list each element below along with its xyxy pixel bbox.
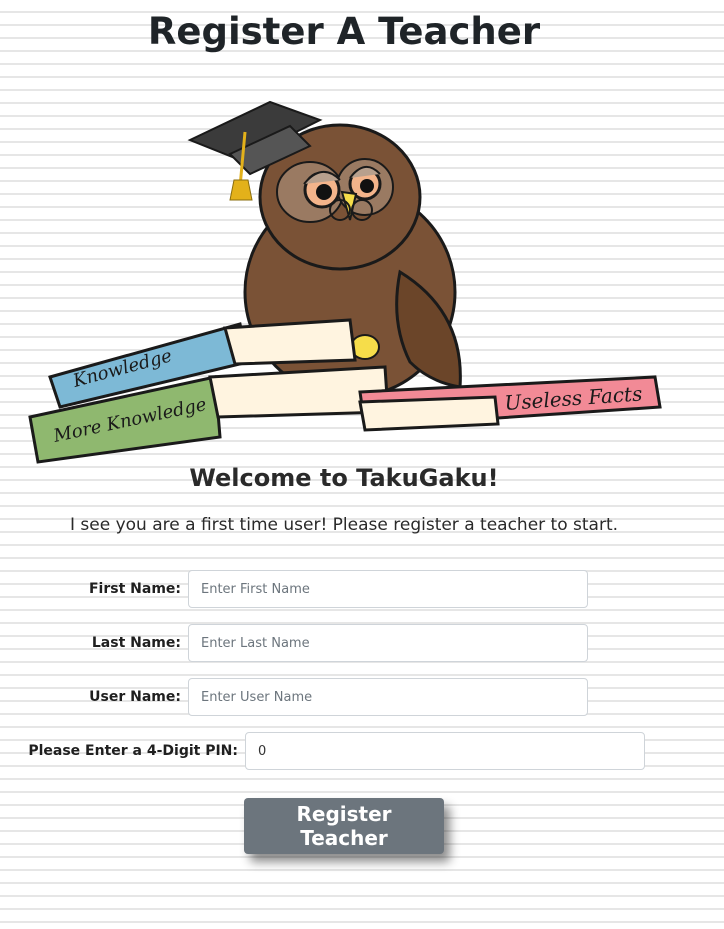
user-name-input[interactable] — [188, 678, 588, 716]
welcome-heading: Welcome to TakuGaku! — [189, 464, 499, 492]
pin-row: Please Enter a 4-Digit PIN: — [0, 732, 645, 770]
last-name-input[interactable] — [188, 624, 588, 662]
first-name-label: First Name: — [88, 581, 181, 597]
user-name-row: User Name: — [0, 678, 588, 716]
first-name-row: First Name: — [0, 570, 588, 608]
welcome-subtitle: I see you are a first time user! Please … — [69, 515, 619, 535]
book-useless-facts: Useless Facts — [358, 375, 662, 432]
owl-mascot-illustration: Knowledge More Knowledge Useless Facts — [28, 100, 662, 464]
page-title: Register A Teacher — [147, 10, 541, 53]
last-name-label: Last Name: — [91, 635, 181, 651]
pin-label: Please Enter a 4-Digit PIN: — [28, 743, 238, 759]
pin-input[interactable] — [245, 732, 645, 770]
user-name-label: User Name: — [89, 689, 181, 705]
first-name-input[interactable] — [188, 570, 588, 608]
last-name-row: Last Name: — [0, 624, 588, 662]
register-teacher-button[interactable]: Register Teacher — [244, 798, 444, 854]
